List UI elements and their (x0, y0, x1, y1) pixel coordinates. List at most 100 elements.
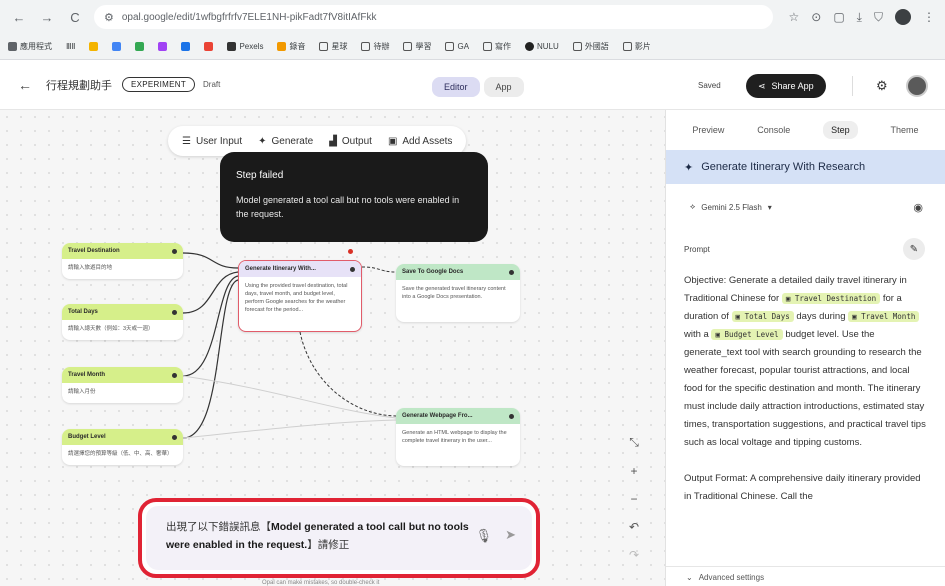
bookmark-item[interactable]: 應用程式 (8, 41, 52, 52)
bookmark-item[interactable] (204, 42, 214, 51)
output-node-webpage[interactable]: Generate Webpage Fro... Generate an HTML… (396, 408, 520, 466)
reload-icon[interactable]: C (66, 8, 84, 26)
tab-step[interactable]: Step (823, 121, 858, 139)
mic-icon[interactable]: 🎙 (475, 528, 492, 544)
site-info-icon[interactable]: ⚙ (104, 11, 114, 24)
input-node-destination[interactable]: Travel Destination 請輸入旅遊目的地 (62, 243, 183, 279)
share-app-button[interactable]: ⋖ Share App (746, 74, 826, 98)
tab-theme[interactable]: Theme (891, 125, 919, 135)
workflow-canvas[interactable]: ☰ User Input ✦ Generate ▟ Output ▣ Add Asset… (0, 110, 665, 586)
step-panel: Preview Console Step Theme ✦ Generate It… (665, 110, 945, 586)
app-header: ← 行程規劃助手 EXPERIMENT Draft Editor App Sav… (0, 60, 945, 110)
output-node-google-docs[interactable]: Save To Google Docs Save the generated t… (396, 264, 520, 322)
bookmarks-bar: 應用程式 ⅢⅡ Pexels 錄音 星球 待辦 學習 GA 寫作 NULU 外國… (0, 34, 945, 60)
output-tool[interactable]: ▟ Output (329, 136, 372, 147)
extensions-icon[interactable]: ▢ (833, 10, 844, 24)
user-input-tool[interactable]: ☰ User Input (182, 136, 242, 147)
chat-highlight: 出現了以下錯誤訊息【Model generated a tool call bu… (138, 498, 540, 578)
generate-tool[interactable]: ✦ Generate (258, 136, 313, 147)
back-arrow-icon[interactable]: ← (18, 77, 32, 93)
gear-icon[interactable]: ⚙ (876, 78, 888, 94)
model-selector[interactable]: ⟡ Gemini 2.5 Flash ▾ (690, 202, 772, 212)
output-port[interactable] (509, 413, 514, 419)
download-icon[interactable]: ⤓ (857, 10, 862, 25)
input-node-month[interactable]: Travel Month 請輸入月份 (62, 367, 183, 403)
chat-message: 出現了以下錯誤訊息【Model generated a tool call bu… (166, 521, 469, 551)
fit-view-icon[interactable]: ⤡ (629, 435, 639, 450)
param-chip[interactable]: ▣ Travel Month (848, 311, 920, 322)
address-bar[interactable]: ⚙ opal.google/edit/1wfbgfrfrfv7ELE1NH-pi… (94, 5, 773, 29)
sparkle-icon: ✦ (684, 161, 694, 174)
editor-mode-button[interactable]: Editor (432, 77, 480, 97)
step-failed-tooltip: Step failed Model generated a tool call … (220, 152, 488, 242)
zoom-controls: ⤡ + − ↶ ↷ (620, 435, 648, 562)
error-indicator (348, 249, 353, 254)
bookmark-item[interactable]: Pexels (227, 42, 263, 51)
output-port[interactable] (172, 248, 177, 254)
bookmark-item[interactable] (135, 42, 145, 51)
param-chip[interactable]: ▣ Total Days (731, 311, 794, 322)
undo-icon[interactable]: ↶ (629, 520, 639, 534)
header-divider (852, 76, 853, 96)
draft-label: Draft (203, 80, 221, 89)
output-port[interactable] (172, 372, 177, 378)
bookmark-folder[interactable]: 寫作 (483, 41, 511, 52)
bookmark-item[interactable] (158, 42, 168, 51)
output-port[interactable] (509, 269, 514, 275)
bookmark-item[interactable]: NULU (525, 42, 559, 51)
zoom-in-icon[interactable]: + (630, 464, 637, 478)
prompt-editor[interactable]: Objective: Generate a detailed daily tra… (666, 260, 945, 506)
bookmark-item[interactable] (181, 42, 191, 51)
tooltip-message: Model generated a tool call but no tools… (236, 195, 460, 219)
lens-icon[interactable]: ⊙ (811, 10, 821, 24)
panel-tabs: Preview Console Step Theme (666, 110, 945, 150)
browser-toolbar: ← → C ⚙ opal.google/edit/1wfbgfrfrfv7ELE… (0, 0, 945, 34)
bookmark-folder[interactable]: 星球 (319, 41, 347, 52)
chevron-down-icon: ▾ (767, 202, 772, 212)
advanced-settings[interactable]: ⌄ Advanced settings (666, 566, 945, 586)
bookmark-item[interactable]: 錄音 (277, 41, 305, 52)
tab-console[interactable]: Console (757, 125, 790, 135)
input-node-budget[interactable]: Budget Level 請選擇您的預算等級（低、中、高、奢華） (62, 429, 183, 465)
bookmark-folder[interactable]: 影片 (622, 41, 651, 52)
model-icon: ⟡ (690, 202, 696, 211)
menu-dots-icon[interactable]: ⋮ (923, 10, 935, 24)
back-nav-icon[interactable]: ← (10, 8, 28, 26)
tab-preview[interactable]: Preview (692, 125, 724, 135)
model-row: ⟡ Gemini 2.5 Flash ▾ ◉ (666, 184, 945, 230)
mode-toggle: Editor App (432, 77, 524, 97)
camera-icon[interactable]: ◉ (913, 201, 923, 214)
magic-wand-icon[interactable]: ✎ (903, 238, 925, 260)
bookmark-folder[interactable]: 學習 (403, 41, 431, 52)
bookmark-item[interactable] (112, 42, 122, 51)
bookmark-item[interactable] (89, 42, 99, 51)
forward-nav-icon[interactable]: → (38, 8, 56, 26)
chat-input[interactable]: 出現了以下錯誤訊息【Model generated a tool call bu… (146, 506, 532, 570)
param-chip[interactable]: ▣ Budget Level (711, 329, 783, 340)
step-title-bar: ✦ Generate Itinerary With Research (666, 150, 945, 184)
output-port[interactable] (350, 266, 355, 272)
user-avatar[interactable] (906, 75, 928, 97)
experiment-badge: EXPERIMENT (122, 77, 196, 92)
add-assets-tool[interactable]: ▣ Add Assets (388, 136, 452, 147)
star-icon[interactable]: ☆ (789, 10, 800, 24)
output-port[interactable] (172, 309, 177, 315)
output-port[interactable] (172, 434, 177, 440)
input-node-days[interactable]: Total Days 請輸入總天數（例如：3天或一週） (62, 304, 183, 340)
redo-icon[interactable]: ↷ (629, 548, 639, 562)
zoom-out-icon[interactable]: − (630, 492, 637, 506)
generate-node-itinerary[interactable]: Generate Itinerary With... Using the pro… (238, 260, 362, 332)
bookmark-folder[interactable]: 外國語 (572, 41, 609, 52)
profile-avatar[interactable] (895, 9, 911, 25)
list-icon: ☰ (182, 135, 191, 147)
assets-icon: ▣ (387, 135, 398, 147)
bookmark-folder[interactable]: 待辦 (361, 41, 389, 52)
bookmark-item[interactable]: ⅢⅡ (66, 42, 75, 51)
share-icon: ⋖ (758, 80, 766, 91)
bookmark-folder[interactable]: GA (445, 42, 469, 51)
param-chip[interactable]: ▣ Travel Destination (781, 293, 881, 304)
app-mode-button[interactable]: App (483, 77, 524, 97)
app-title: 行程規劃助手 (46, 79, 112, 92)
filter-icon[interactable]: ⛉ (874, 10, 883, 25)
send-icon[interactable]: ➤ (505, 527, 516, 543)
